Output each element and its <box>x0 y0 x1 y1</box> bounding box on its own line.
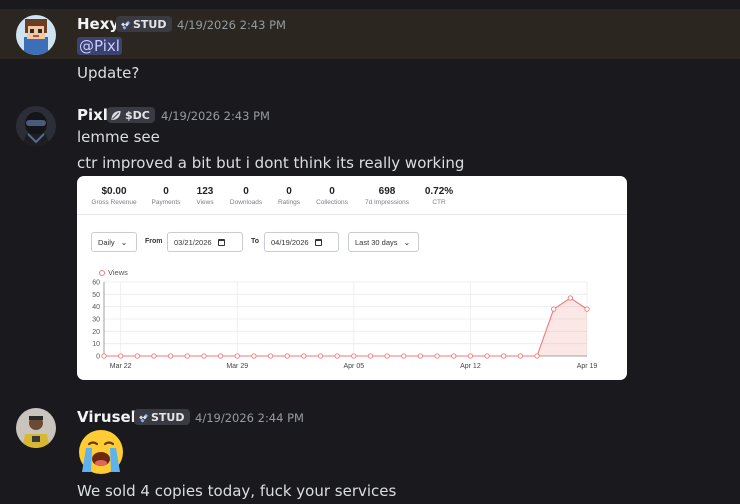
avatar[interactable] <box>16 408 56 448</box>
guild-tag[interactable]: $DC <box>107 107 155 123</box>
guild-tag[interactable]: STUD <box>116 16 172 32</box>
data-point <box>434 353 440 359</box>
data-point <box>351 353 357 359</box>
data-point <box>151 353 157 359</box>
stat-payments: 0 Payments <box>151 186 181 206</box>
to-date-input[interactable]: 04/19/2026 <box>264 232 339 252</box>
stat-gross-revenue: $0.00 Gross Revenue <box>91 186 137 206</box>
y-tick-label: 20 <box>92 329 100 336</box>
data-point <box>201 353 207 359</box>
stat-ctr: 0.72% CTR <box>424 186 454 206</box>
data-point <box>567 295 573 301</box>
data-point <box>284 353 290 359</box>
x-tick-label: Apr 12 <box>460 363 481 370</box>
timestamp: 4/19/2026 2:43 PM <box>161 109 270 123</box>
data-point <box>134 353 140 359</box>
views-chart: 0 10 20 30 40 50 60 Mar 22 Mar 29 Apr 05 Apr 12 Apr… <box>92 280 598 371</box>
avatar[interactable] <box>16 106 56 146</box>
x-tick-label: Mar 22 <box>110 363 132 370</box>
message-line: We sold 4 copies today, fuck your servic… <box>77 482 397 500</box>
stat-collections: 0 Collections <box>316 186 348 206</box>
y-tick-label: 60 <box>92 280 100 287</box>
guild-tag-label: STUD <box>151 410 185 424</box>
data-point <box>251 353 257 359</box>
stat-downloads: 0 Downloads <box>229 186 263 206</box>
data-point <box>184 353 190 359</box>
stat-7d-impressions: 698 7d Impressions <box>364 186 410 206</box>
data-point <box>467 353 474 359</box>
x-tick-label: Mar 29 <box>226 363 248 370</box>
data-point <box>451 353 457 359</box>
data-point <box>484 353 490 359</box>
data-point <box>367 353 374 359</box>
analytics-screenshot-attachment[interactable]: $0.00 Gross Revenue 0 Payments 123 Views 0D… <box>77 176 627 380</box>
message-line: Update? <box>77 64 140 82</box>
chevron-down-icon: ⌄ <box>120 237 128 247</box>
data-point <box>317 353 324 359</box>
from-date-input[interactable]: 03/21/2026 <box>167 232 243 252</box>
data-point <box>517 353 524 359</box>
y-tick-label: 10 <box>92 341 100 348</box>
calendar-icon <box>314 238 322 246</box>
user-mention[interactable]: @Pixl <box>77 37 122 55</box>
guild-tag-label: $DC <box>125 108 150 122</box>
data-point <box>334 353 340 359</box>
data-point <box>417 353 424 359</box>
data-point <box>167 353 174 359</box>
stat-views: 123 Views <box>196 186 214 206</box>
y-tick-label: 50 <box>92 292 100 299</box>
range-select[interactable]: Last 30 days ⌄ <box>348 232 419 252</box>
y-tick-label: 0 <box>96 354 100 361</box>
data-point <box>584 306 590 312</box>
leaf-icon <box>111 110 121 120</box>
username[interactable]: Hexy <box>77 15 119 33</box>
to-label: To <box>251 238 260 245</box>
from-label: From <box>145 238 163 245</box>
timestamp: 4/19/2026 2:44 PM <box>195 411 304 425</box>
data-point <box>551 306 557 312</box>
data-point <box>118 353 124 359</box>
message-line: ctr improved a bit but i dont think its … <box>77 154 465 172</box>
x-tick-label: Apr 19 <box>577 363 598 370</box>
username[interactable]: Pixl <box>77 106 108 124</box>
data-point <box>401 353 407 359</box>
y-tick-label: 30 <box>92 317 100 324</box>
stat-ratings: 0 Ratings <box>277 186 301 206</box>
calendar-icon <box>217 238 225 246</box>
avatar[interactable] <box>16 15 56 55</box>
guild-tag-label: STUD <box>133 17 167 31</box>
x-tick-label: Apr 05 <box>344 363 365 370</box>
legend-marker <box>99 269 105 276</box>
divider <box>77 214 627 215</box>
guild-tag[interactable]: STUD <box>134 409 190 425</box>
message-line: lemme see <box>77 128 160 146</box>
username[interactable]: Virusek <box>77 408 141 426</box>
timestamp: 4/19/2026 2:43 PM <box>177 18 286 32</box>
y-tick-label: 40 <box>92 304 100 311</box>
interval-select[interactable]: Daily ⌄ <box>91 232 137 252</box>
data-point <box>101 353 107 359</box>
data-point <box>301 353 307 359</box>
data-point <box>234 353 240 359</box>
message-line: @Pixl <box>77 37 122 55</box>
loudly-crying-face-emoji[interactable] <box>77 428 125 476</box>
data-point <box>501 353 507 359</box>
diamond-grid-icon <box>139 413 148 423</box>
data-point <box>217 353 224 359</box>
data-point <box>534 353 540 359</box>
chevron-down-icon: ⌄ <box>403 237 411 247</box>
data-point <box>267 353 274 359</box>
data-point <box>384 353 390 359</box>
diamond-grid-icon <box>121 20 130 30</box>
